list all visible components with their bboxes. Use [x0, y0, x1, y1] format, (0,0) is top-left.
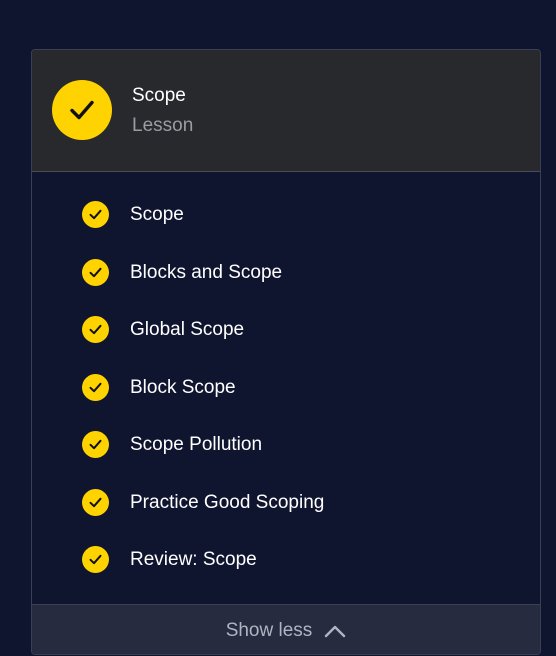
lesson-header[interactable]: Scope Lesson — [32, 50, 540, 172]
list-item-label: Review: Scope — [130, 549, 257, 570]
check-circle-icon — [82, 201, 109, 228]
lesson-title: Scope — [132, 85, 186, 106]
check-circle-icon — [82, 374, 109, 401]
list-item[interactable]: Block Scope — [32, 367, 540, 407]
check-circle-icon — [82, 316, 109, 343]
list-item-label: Scope — [130, 204, 184, 225]
list-item-label: Blocks and Scope — [130, 262, 283, 283]
list-item[interactable]: Scope Pollution — [32, 424, 540, 464]
list-item[interactable]: Practice Good Scoping — [32, 482, 540, 522]
show-less-button[interactable]: Show less — [32, 604, 540, 654]
lesson-card: Scope Lesson Scope Blocks and Scope Glob… — [31, 49, 541, 655]
check-circle-icon — [52, 80, 112, 140]
chevron-up-icon — [324, 624, 346, 638]
list-item-label: Scope Pollution — [130, 434, 263, 455]
lesson-subtitle: Lesson — [132, 115, 194, 136]
list-item[interactable]: Scope — [32, 194, 540, 234]
list-item[interactable]: Blocks and Scope — [32, 252, 540, 292]
list-item-label: Practice Good Scoping — [130, 492, 325, 513]
check-circle-icon — [82, 489, 109, 516]
check-circle-icon — [82, 546, 109, 573]
list-item-label: Global Scope — [130, 319, 245, 340]
list-item-label: Block Scope — [130, 377, 236, 398]
check-circle-icon — [82, 431, 109, 458]
list-item[interactable]: Review: Scope — [32, 539, 540, 579]
show-less-label: Show less — [225, 619, 313, 641]
list-item[interactable]: Global Scope — [32, 309, 540, 349]
check-circle-icon — [82, 259, 109, 286]
